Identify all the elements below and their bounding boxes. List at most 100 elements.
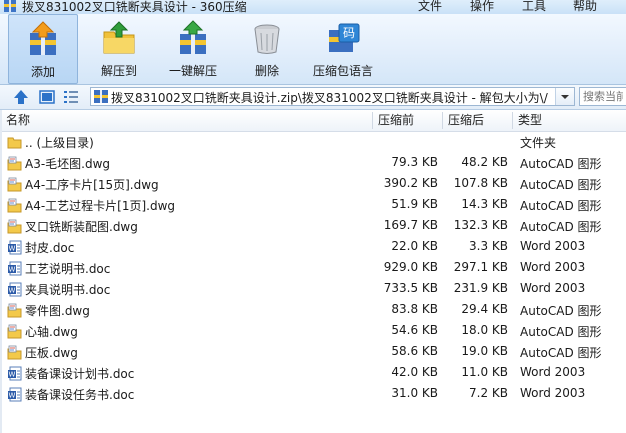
file-row[interactable]: W 装备课设任务书.doc 31.0 KB 7.2 KB Word 2003: [0, 384, 626, 405]
dwg-file-icon: [7, 303, 22, 318]
dwg-file-icon: [7, 156, 22, 171]
file-compressed-size: 132.3 KB: [453, 218, 508, 232]
file-compressed-size: 297.1 KB: [453, 260, 508, 274]
file-compressed-size: 11.0 KB: [461, 365, 508, 379]
file-name: 心轴.dwg: [25, 325, 78, 339]
file-row[interactable]: 心轴.dwg 54.6 KB 18.0 KB AutoCAD 图形: [0, 321, 626, 342]
add-archive-icon: [30, 21, 56, 55]
menu-file[interactable]: 文件: [418, 0, 442, 14]
menu-help[interactable]: 帮助: [573, 0, 597, 14]
file-original-size: 83.8 KB: [391, 302, 438, 316]
path-text: 拨叉831002叉口铣断夹具设计.zip\拨叉831002叉口铣断夹具设计 - …: [111, 91, 548, 105]
word-doc-icon: W: [8, 282, 22, 297]
file-name: 装备课设计划书.doc: [25, 367, 135, 381]
extract-to-folder-icon: [103, 21, 135, 54]
word-doc-icon: W: [8, 261, 22, 276]
file-compressed-size: 107.8 KB: [453, 176, 508, 190]
file-name: A4-工艺过程卡片[1页].dwg: [25, 199, 176, 213]
file-original-size: 22.0 KB: [391, 239, 438, 253]
file-original-size: 79.3 KB: [391, 155, 438, 169]
list-view-icon[interactable]: [62, 88, 80, 106]
file-original-size: 169.7 KB: [383, 218, 438, 232]
file-name: A3-毛坯图.dwg: [25, 157, 111, 171]
file-row[interactable]: A3-毛坯图.dwg 79.3 KB 48.2 KB AutoCAD 图形: [0, 153, 626, 174]
column-header-name[interactable]: 名称: [0, 110, 372, 131]
add-button[interactable]: 添加: [8, 14, 78, 84]
parent-directory-row[interactable]: .. (上级目录) 文件夹: [0, 132, 626, 153]
chevron-down-icon: [561, 95, 569, 99]
archive-language-button[interactable]: 码 压缩包语言: [308, 14, 378, 84]
dwg-file-icon: [7, 219, 22, 234]
svg-text:W: W: [9, 266, 16, 274]
file-type: Word 2003: [520, 281, 586, 295]
file-type: Word 2003: [520, 365, 586, 379]
path-field[interactable]: 拨叉831002叉口铣断夹具设计.zip\拨叉831002叉口铣断夹具设计 - …: [90, 87, 575, 106]
file-row[interactable]: A4-工艺过程卡片[1页].dwg 51.9 KB 14.3 KB AutoCAD 图…: [0, 195, 626, 216]
file-row[interactable]: 压板.dwg 58.6 KB 19.0 KB AutoCAD 图形: [0, 342, 626, 363]
file-name: 封皮.doc: [25, 241, 75, 255]
extract-to-button[interactable]: 解压到: [84, 14, 154, 84]
menu-operation[interactable]: 操作: [470, 0, 494, 14]
archive-language-icon: 码: [329, 23, 360, 52]
file-name: 夹具说明书.doc: [25, 283, 111, 297]
one-click-extract-icon: [180, 20, 206, 54]
file-name: 工艺说明书.doc: [25, 262, 111, 276]
file-name: 装备课设任务书.doc: [25, 388, 135, 402]
file-name: 压板.dwg: [25, 346, 78, 360]
delete-button-label: 删除: [254, 64, 279, 78]
word-doc-icon: W: [8, 240, 22, 255]
file-list-header: 名称 压缩前 压缩后 类型: [0, 110, 626, 132]
file-row[interactable]: A4-工序卡片[15页].dwg 390.2 KB 107.8 KB AutoCAD …: [0, 174, 626, 195]
title-bar: 拨叉831002叉口铣断夹具设计 - 360压缩 文件 操作 工具 帮助: [0, 0, 626, 14]
file-type: AutoCAD 图形: [520, 157, 602, 171]
svg-text:W: W: [9, 245, 16, 253]
dwg-file-icon: [7, 177, 22, 192]
file-name: A4-工序卡片[15页].dwg: [25, 178, 159, 192]
extract-to-button-label: 解压到: [100, 64, 137, 78]
file-compressed-size: 18.0 KB: [461, 323, 508, 337]
file-row[interactable]: W 工艺说明书.doc 929.0 KB 297.1 KB Word 2003: [0, 258, 626, 279]
one-click-extract-button[interactable]: 一键解压: [158, 14, 228, 84]
delete-button[interactable]: 删除: [232, 14, 302, 84]
search-input[interactable]: [579, 87, 626, 106]
file-type: AutoCAD 图形: [520, 325, 602, 339]
column-header-size[interactable]: 压缩前: [372, 110, 442, 131]
file-compressed-size: 7.2 KB: [469, 386, 508, 400]
file-row[interactable]: W 封皮.doc 22.0 KB 3.3 KB Word 2003: [0, 237, 626, 258]
file-name: 叉口铣断装配图.dwg: [25, 220, 138, 234]
toolbar: 添加 解压到 一键解压 删除 码 压缩包语言: [0, 14, 626, 85]
file-row[interactable]: W 装备课设计划书.doc 42.0 KB 11.0 KB Word 2003: [0, 363, 626, 384]
file-name: 零件图.dwg: [25, 304, 90, 318]
file-original-size: 929.0 KB: [383, 260, 438, 274]
menu-tools[interactable]: 工具: [522, 0, 546, 14]
file-name: .. (上级目录): [25, 136, 94, 150]
file-compressed-size: 14.3 KB: [461, 197, 508, 211]
word-doc-icon: W: [8, 366, 22, 381]
file-row[interactable]: W 夹具说明书.doc 733.5 KB 231.9 KB Word 2003: [0, 279, 626, 300]
file-row[interactable]: 零件图.dwg 83.8 KB 29.4 KB AutoCAD 图形: [0, 300, 626, 321]
column-header-compressed[interactable]: 压缩后: [442, 110, 512, 131]
dwg-file-icon: [7, 198, 22, 213]
path-dropdown-button[interactable]: [555, 88, 574, 105]
file-original-size: 58.6 KB: [391, 344, 438, 358]
file-compressed-size: 231.9 KB: [453, 281, 508, 295]
column-header-type[interactable]: 类型: [512, 110, 626, 131]
file-type: AutoCAD 图形: [520, 346, 602, 360]
file-original-size: 54.6 KB: [391, 323, 438, 337]
file-row[interactable]: 叉口铣断装配图.dwg 169.7 KB 132.3 KB AutoCAD 图形: [0, 216, 626, 237]
add-button-label: 添加: [30, 65, 55, 79]
language-badge: 码: [343, 26, 355, 40]
file-original-size: 733.5 KB: [383, 281, 438, 295]
folder-icon: [7, 137, 22, 149]
file-type: 文件夹: [520, 136, 557, 150]
file-original-size: 42.0 KB: [391, 365, 438, 379]
svg-text:W: W: [9, 287, 16, 295]
address-bar: 拨叉831002叉口铣断夹具设计.zip\拨叉831002叉口铣断夹具设计 - …: [0, 85, 626, 110]
trash-bin-icon: [254, 24, 280, 54]
up-arrow-icon[interactable]: [12, 88, 30, 106]
thumbnail-view-icon[interactable]: [38, 88, 56, 106]
file-compressed-size: 29.4 KB: [461, 302, 508, 316]
file-original-size: 390.2 KB: [383, 176, 438, 190]
svg-text:W: W: [9, 371, 16, 379]
file-original-size: 51.9 KB: [391, 197, 438, 211]
